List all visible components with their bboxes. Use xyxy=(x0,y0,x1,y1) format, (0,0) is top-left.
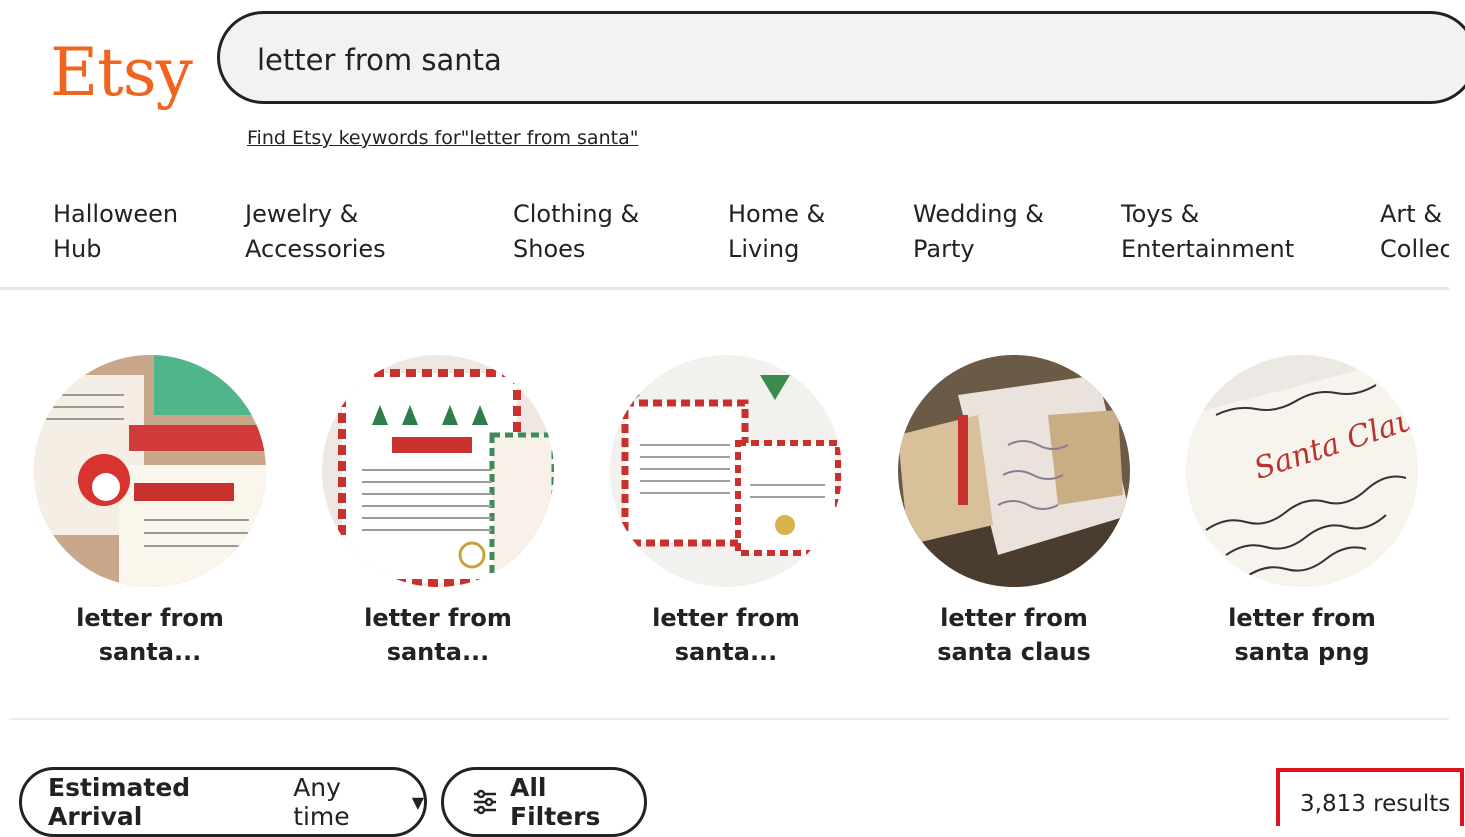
nav-item-label: Shoes xyxy=(513,235,586,263)
thumbnail-image xyxy=(322,355,554,587)
label-line: letter from xyxy=(1228,604,1376,632)
section-divider xyxy=(9,718,1449,720)
nav-item-home[interactable]: Home & Living xyxy=(728,197,825,267)
label-line: santa... xyxy=(674,638,778,666)
nav-item-label: Toys & xyxy=(1121,200,1200,228)
label-line: santa claus xyxy=(937,638,1091,666)
label-line: letter from xyxy=(940,604,1088,632)
related-search-item[interactable]: Santa Claus letter from santa png xyxy=(1172,355,1432,669)
filter-value: Any time xyxy=(293,773,350,831)
nav-item-label: Party xyxy=(913,235,975,263)
label-line: letter from xyxy=(76,604,224,632)
related-search-label: letter from santa claus xyxy=(884,601,1144,669)
nav-item-label: Halloween xyxy=(53,200,179,228)
category-nav: Halloween Hub Jewelry & Accessories Clot… xyxy=(0,197,1449,290)
search-query[interactable]: letter from santa xyxy=(257,43,502,77)
caret-down-icon: ▼ xyxy=(411,792,424,812)
nav-item-label: Collectibles xyxy=(1380,235,1449,263)
nav-item-label: Clothing & xyxy=(513,200,640,228)
related-search-item[interactable]: letter from santa... xyxy=(308,355,568,669)
related-search-item[interactable]: letter from santa... xyxy=(20,355,280,669)
find-keywords-link[interactable]: Find Etsy keywords for"letter from santa… xyxy=(247,127,638,149)
thumbnail-image xyxy=(34,355,266,587)
nav-item-label: Jewelry & xyxy=(245,200,359,228)
thumbnail-image xyxy=(898,355,1130,587)
nav-item-label: Entertainment xyxy=(1121,235,1295,263)
related-search-item[interactable]: letter from santa... xyxy=(596,355,856,669)
nav-item-label: Wedding & xyxy=(913,200,1045,228)
results-count: 3,813 results xyxy=(1276,768,1464,826)
etsy-logo[interactable]: Etsy xyxy=(50,40,193,106)
nav-item-label: Hub xyxy=(53,235,102,263)
search-input[interactable]: letter from santa xyxy=(217,11,1465,104)
label-line: santa... xyxy=(98,638,202,666)
nav-item-label: Living xyxy=(728,235,800,263)
thumbnail-image: Santa Claus xyxy=(1186,355,1418,587)
filter-label: Estimated Arrival xyxy=(48,773,191,831)
related-search-item[interactable]: letter from santa claus xyxy=(884,355,1144,669)
all-filters-label: All Filters xyxy=(510,773,601,831)
nav-item-clothing[interactable]: Clothing & Shoes xyxy=(513,197,639,267)
thumbnail-image xyxy=(610,355,842,587)
related-search-label: letter from santa png xyxy=(1172,601,1432,669)
related-search-label: letter from santa... xyxy=(20,601,280,669)
nav-item-jewelry[interactable]: Jewelry & Accessories xyxy=(245,197,386,267)
label-line: letter from xyxy=(652,604,800,632)
nav-item-label: Home & xyxy=(728,200,826,228)
nav-item-toys[interactable]: Toys & Entertainment xyxy=(1121,197,1294,267)
results-count-text: 3,813 results xyxy=(1300,791,1451,817)
nav-item-wedding[interactable]: Wedding & Party xyxy=(913,197,1044,267)
all-filters-button[interactable]: All Filters xyxy=(441,767,647,837)
label-line: santa png xyxy=(1234,638,1370,666)
nav-item-art[interactable]: Art & Collectibles xyxy=(1380,197,1449,267)
nav-item-label: Art & xyxy=(1380,200,1443,228)
label-line: letter from xyxy=(364,604,512,632)
label-line: santa... xyxy=(386,638,490,666)
related-search-label: letter from santa... xyxy=(308,601,568,669)
estimated-arrival-dropdown[interactable]: Estimated Arrival Any time ▼ xyxy=(19,767,427,837)
related-search-label: letter from santa... xyxy=(596,601,856,669)
nav-item-label: Accessories xyxy=(245,235,386,263)
sliders-icon xyxy=(472,789,498,815)
nav-item-halloween-hub[interactable]: Halloween Hub xyxy=(53,197,178,267)
